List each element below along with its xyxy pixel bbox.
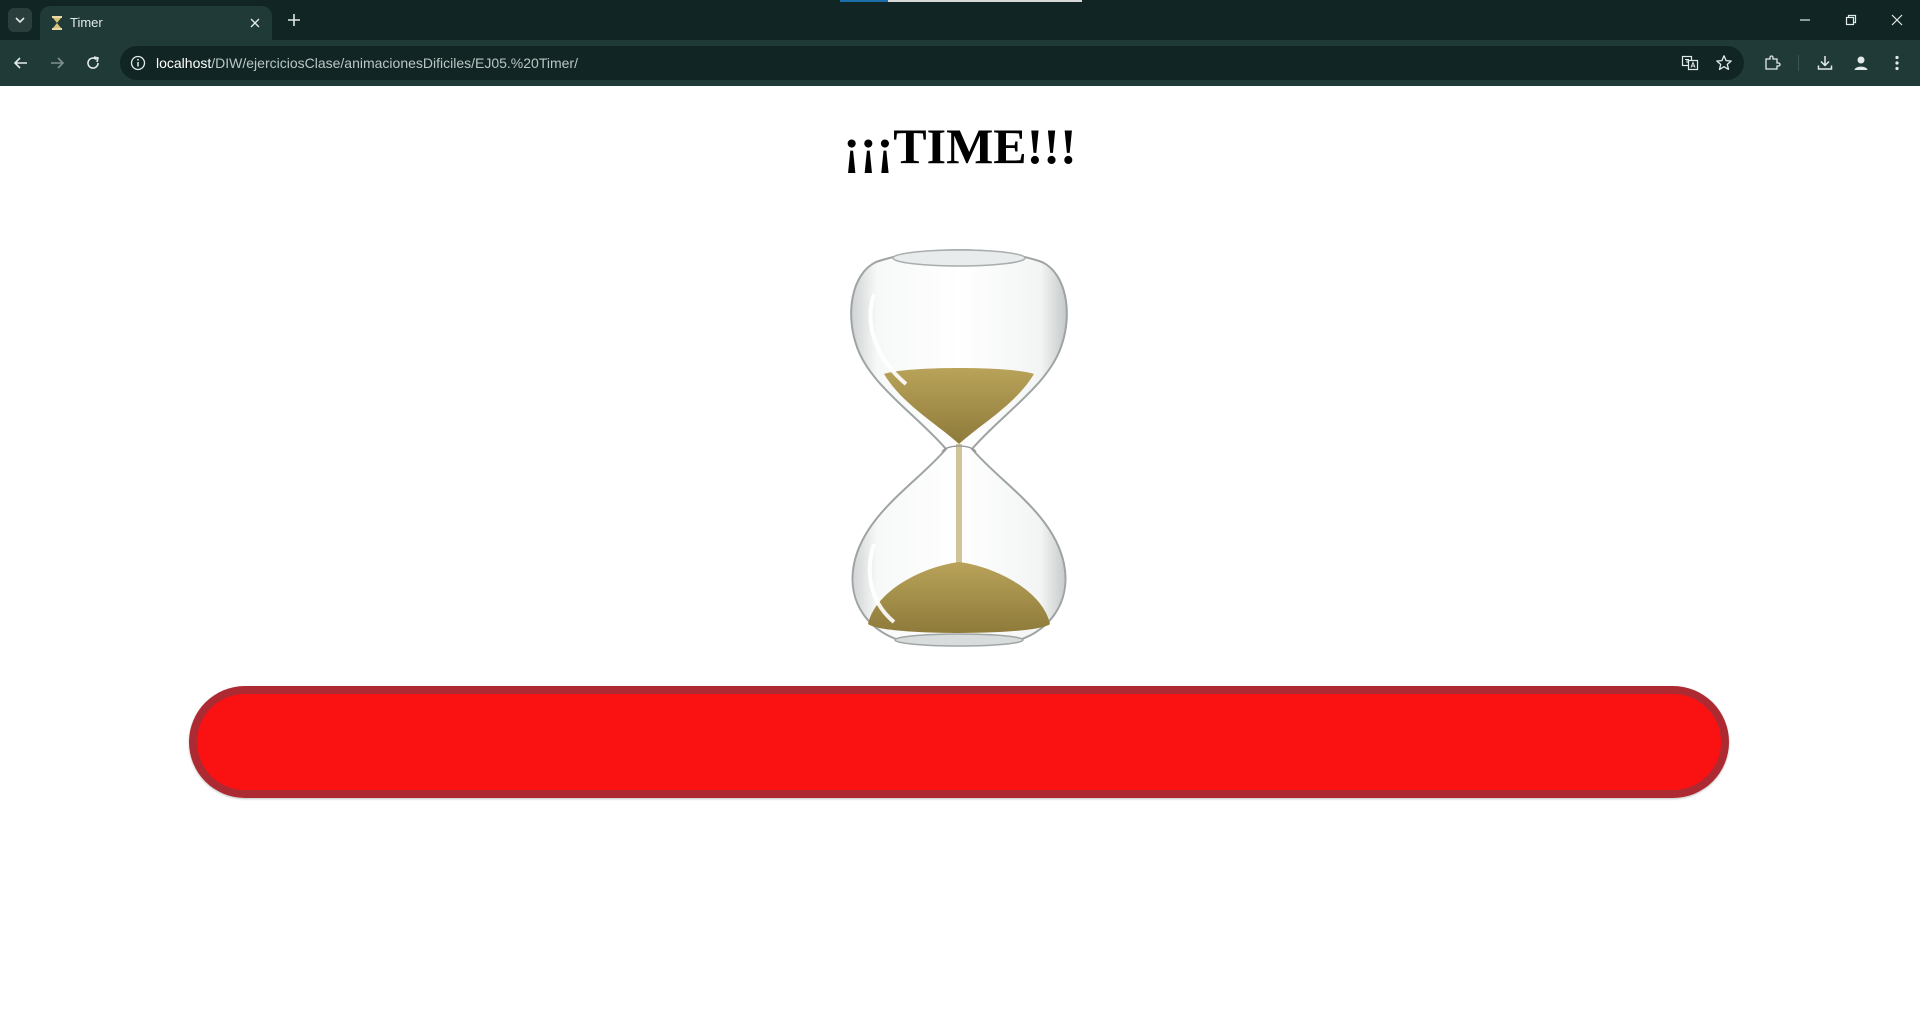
translate-icon — [1681, 55, 1699, 71]
extensions-button[interactable] — [1760, 51, 1784, 75]
menu-button[interactable] — [1885, 51, 1909, 75]
timer-progress-bar — [189, 686, 1729, 798]
profile-button[interactable] — [1849, 51, 1873, 75]
star-icon — [1716, 55, 1732, 71]
bookmark-button[interactable] — [1713, 52, 1735, 74]
reload-icon — [87, 56, 99, 69]
toolbar-separator — [1798, 55, 1799, 71]
close-icon — [250, 18, 260, 28]
downloads-button[interactable] — [1813, 51, 1837, 75]
minimize-icon — [1800, 19, 1810, 21]
minimize-button[interactable] — [1782, 0, 1828, 40]
restore-icon — [1845, 14, 1857, 26]
new-tab-button[interactable] — [282, 8, 306, 32]
url-host: localhost — [156, 55, 212, 71]
tab-strip-accent — [888, 0, 1082, 2]
tab-close-button[interactable] — [246, 14, 264, 32]
restore-button[interactable] — [1828, 0, 1874, 40]
more-vertical-icon — [1895, 55, 1899, 71]
close-window-button[interactable] — [1874, 0, 1920, 40]
translate-button[interactable] — [1679, 52, 1701, 74]
browser-toolbar: localhost/DIW/ejerciciosClase/animacione… — [0, 40, 1920, 86]
arrow-left-icon — [13, 57, 27, 69]
tab-strip: Timer — [0, 0, 1920, 40]
hourglass-image — [850, 249, 1068, 647]
arrow-right-icon — [51, 57, 65, 69]
address-bar[interactable]: localhost/DIW/ejerciciosClase/animacione… — [120, 46, 1744, 80]
page-title: ¡¡¡TIME!!! — [843, 118, 1077, 174]
close-icon — [1891, 14, 1903, 26]
tab-title: Timer — [70, 15, 103, 30]
reload-button[interactable] — [80, 50, 106, 76]
forward-button[interactable] — [44, 50, 70, 76]
puzzle-icon — [1765, 55, 1781, 70]
tab-search-button[interactable] — [8, 8, 32, 32]
url-path: /DIW/ejerciciosClase/animacionesDificile… — [211, 55, 578, 71]
profile-icon — [1854, 56, 1868, 70]
tab-strip-accent — [840, 0, 888, 2]
site-info-button[interactable] — [128, 53, 148, 73]
timer-progress-fill — [197, 694, 1721, 790]
back-button[interactable] — [8, 50, 34, 76]
download-icon — [1817, 56, 1833, 70]
browser-tab[interactable]: Timer — [40, 6, 272, 40]
plus-icon — [288, 14, 300, 26]
hourglass-icon — [52, 16, 62, 30]
info-icon — [130, 55, 146, 71]
url-text[interactable]: localhost/DIW/ejerciciosClase/animacione… — [156, 55, 578, 71]
chevron-down-icon — [15, 17, 25, 24]
